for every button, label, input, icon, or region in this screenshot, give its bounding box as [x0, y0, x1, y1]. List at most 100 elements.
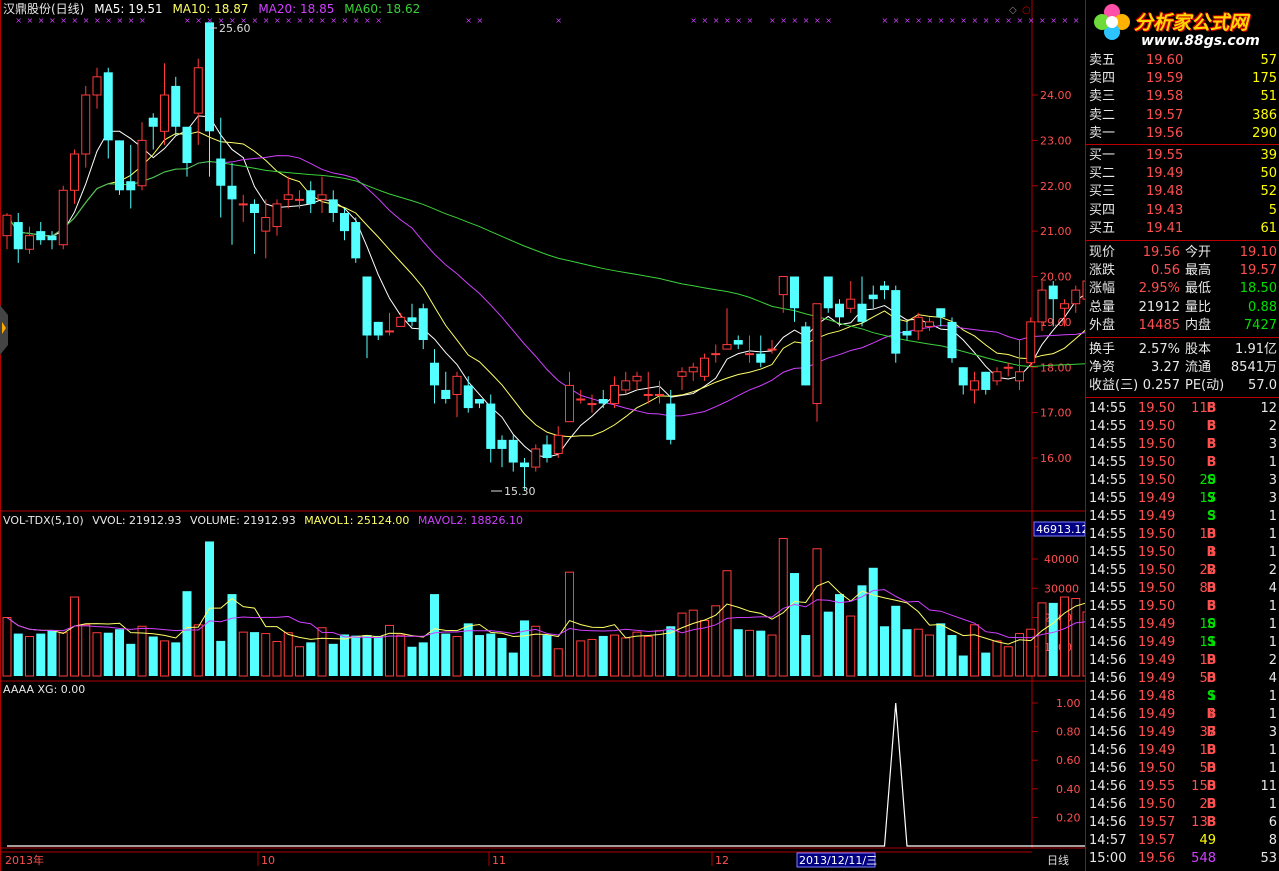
period-label[interactable]: 日线: [1047, 853, 1069, 867]
trade-side: B: [1206, 455, 1217, 470]
trade-price: 19.50: [1138, 437, 1176, 452]
signal-marker: ×: [1050, 16, 1057, 25]
trade-side: S: [1206, 473, 1217, 488]
trade-volume: 49: [1199, 833, 1216, 848]
candle-body: [227, 185, 237, 200]
trade-count: 1: [1268, 689, 1277, 704]
trade-count: 1: [1268, 509, 1277, 524]
trade-row: 14:55 19.49 3 S 1: [1086, 508, 1279, 526]
sell-volume: 57: [1260, 53, 1277, 68]
signal-marker: ×: [319, 16, 326, 25]
divider: [1086, 337, 1279, 338]
stat-label: 收益(三): [1089, 378, 1139, 394]
candle-body: [880, 285, 889, 291]
buy-volume: 52: [1260, 184, 1277, 200]
price-tick-label: 21.00: [1040, 225, 1072, 238]
signal-marker: ×: [105, 16, 112, 25]
indicator-tick-label: 0.80: [1056, 726, 1081, 739]
signal-marker: ×: [139, 16, 146, 25]
volume-bar: [1048, 602, 1058, 676]
candle-body: [733, 340, 743, 345]
buy-level: 买三 19.48 52: [1086, 183, 1279, 201]
trade-price: 19.50: [1138, 599, 1176, 614]
candle-body: [70, 153, 79, 191]
signal-marker: ×: [825, 16, 832, 25]
volume-bar: [160, 640, 169, 677]
volume-bar: [70, 596, 79, 677]
indicator-tick-label: 0.60: [1056, 754, 1081, 767]
signal-marker: ×: [769, 16, 776, 25]
trade-time: 14:55: [1089, 563, 1127, 578]
stat-value: 0.56: [1151, 263, 1180, 279]
signal-marker: ×: [297, 16, 304, 25]
volume-bar: [362, 635, 372, 676]
date-label-nov: 11: [492, 854, 506, 867]
trade-time: 14:55: [1089, 545, 1127, 560]
volume-bar: [216, 640, 226, 676]
stat-value: 19.56: [1142, 245, 1180, 260]
stat-label: 换手: [1089, 342, 1116, 357]
candle-body: [666, 403, 676, 440]
trade-count: 1: [1268, 635, 1277, 650]
trade-count: 1: [1268, 761, 1277, 776]
candle-body: [2, 214, 12, 237]
candle-body: [261, 217, 271, 232]
sell-volume: 51: [1260, 89, 1277, 105]
circle-icon[interactable]: ○: [1022, 5, 1031, 16]
candle-body: [981, 371, 991, 390]
candle-body: [925, 321, 934, 327]
volume-bar: [621, 637, 631, 677]
signal-marker: ×: [83, 16, 90, 25]
candle-body: [891, 290, 901, 354]
volume-bar: [250, 632, 259, 676]
buy-price: 19.49: [1146, 166, 1184, 182]
volume-bar: [193, 624, 203, 677]
trade-count: 1: [1268, 599, 1277, 614]
trade-price: 19.49: [1138, 617, 1176, 632]
volume-bar: [396, 634, 406, 677]
volume-bar: [1060, 596, 1069, 677]
signal-marker: ×: [263, 16, 270, 25]
trade-row: 14:56 19.49 11 S 1: [1086, 634, 1279, 652]
indicator-tick-label: 1.00: [1056, 697, 1081, 710]
stat-label: 外盘: [1089, 317, 1116, 333]
signal-marker: ×: [735, 16, 742, 25]
candle-body: [655, 393, 664, 396]
trade-price: 19.49: [1138, 707, 1176, 722]
stat-value: 7427: [1243, 317, 1277, 333]
stat-row: 总量 21912 量比 0.88: [1086, 299, 1279, 317]
sell-level: 卖一 19.56 290: [1086, 125, 1279, 143]
sell-level: 卖三 19.58 51: [1086, 88, 1279, 106]
trade-side: S: [1206, 491, 1217, 506]
stat-value: 2.57%: [1138, 342, 1180, 357]
volume-bar: [801, 635, 811, 676]
trade-count: 11: [1260, 779, 1277, 794]
candle-body: [553, 434, 563, 454]
volume-bar: [126, 643, 136, 676]
trade-time: 14:56: [1089, 689, 1127, 704]
stat-row: 现价 19.56 今开 19.10: [1086, 244, 1279, 262]
trade-row: 14:56 19.50 50 B 1: [1086, 760, 1279, 778]
diamond-icon[interactable]: ◇: [1009, 5, 1017, 16]
candle-body: [1060, 303, 1069, 309]
candle-body: [1026, 321, 1036, 364]
trade-time: 14:55: [1089, 437, 1127, 452]
trade-time: 14:56: [1089, 743, 1127, 758]
trade-side: B: [1206, 779, 1217, 794]
volume-bar: [148, 636, 158, 676]
signal-marker: ×: [1062, 16, 1069, 25]
signal-marker: ×: [38, 16, 45, 25]
sell-level: 卖二 19.57 386: [1086, 107, 1279, 125]
vvol-value: VVOL: 21912.93: [92, 514, 181, 527]
candle-body: [81, 94, 91, 155]
trade-price: 19.50: [1138, 527, 1176, 542]
candle-body: [587, 403, 597, 406]
trade-price: 19.50: [1138, 563, 1176, 578]
logo-title: 分析家公式网: [1134, 12, 1249, 34]
trade-side: B: [1206, 653, 1217, 668]
stat-value: 14485: [1138, 317, 1180, 333]
volume-bar: [373, 635, 383, 676]
kline-chart-area[interactable]: 24.0023.0022.0021.0020.0019.0018.0017.00…: [0, 0, 1085, 871]
volume-bar: [610, 634, 619, 677]
buy-level: 买二 19.49 50: [1086, 165, 1279, 183]
